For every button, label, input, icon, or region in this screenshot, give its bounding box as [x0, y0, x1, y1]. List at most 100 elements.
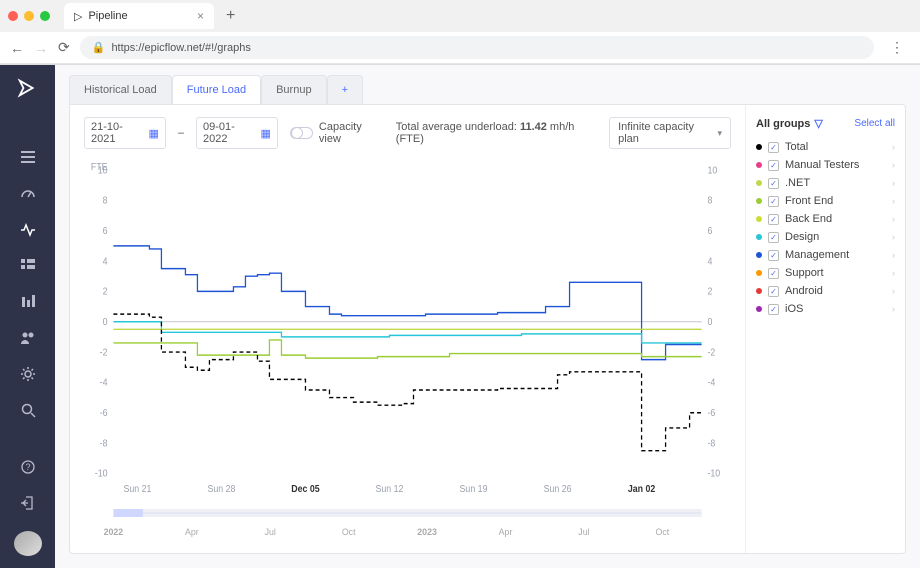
window-maximize-dot[interactable] [40, 11, 50, 21]
all-groups-header[interactable]: All groups ▽ [756, 117, 823, 130]
svg-text:6: 6 [707, 225, 712, 237]
chart-main[interactable]: -10-10-8-8-6-6-4-4-2-200224466881010FTES… [84, 159, 731, 501]
svg-text:2023: 2023 [417, 527, 437, 537]
svg-text:-2: -2 [707, 346, 715, 358]
browser-tab[interactable]: ▷ Pipeline × [64, 3, 214, 29]
svg-text:10: 10 [707, 164, 717, 176]
chevron-right-icon: › [892, 160, 895, 170]
select-all-link[interactable]: Select all [854, 118, 895, 129]
svg-text:Sun 28: Sun 28 [207, 483, 235, 495]
underload-stat: Total average underload: 11.42 mh/h (FTE… [396, 121, 597, 145]
checkbox[interactable]: ✓ [768, 232, 779, 243]
date-to-input[interactable]: 09-01-2022 ▦ [196, 117, 278, 149]
group-item[interactable]: ✓.NET› [756, 174, 895, 192]
group-item[interactable]: ✓Back End› [756, 210, 895, 228]
group-item[interactable]: ✓Total› [756, 138, 895, 156]
all-groups-label: All groups [756, 118, 810, 130]
group-label: Manual Testers [785, 159, 859, 171]
sidebar-icon-people[interactable] [19, 330, 37, 346]
sidebar-icon-grid[interactable] [19, 258, 37, 274]
filter-icon: ▽ [814, 117, 822, 130]
tab-close-icon[interactable]: × [197, 9, 204, 23]
svg-text:2: 2 [707, 285, 712, 297]
content-area: 21-10-2021 ▦ – 09-01-2022 ▦ Capacity vie… [69, 104, 906, 554]
new-tab-button[interactable]: + [226, 7, 235, 25]
app-logo-icon[interactable] [17, 77, 39, 102]
checkbox[interactable]: ✓ [768, 250, 779, 261]
group-item[interactable]: ✓Management› [756, 246, 895, 264]
svg-text:4: 4 [707, 255, 712, 267]
svg-text:-2: -2 [100, 346, 108, 358]
checkbox[interactable]: ✓ [768, 304, 779, 315]
tab-historical-load[interactable]: Historical Load [69, 75, 172, 104]
address-bar[interactable]: 🔒 https://epicflow.net/#!/graphs [80, 36, 874, 59]
svg-text:8: 8 [707, 194, 712, 206]
checkbox[interactable]: ✓ [768, 214, 779, 225]
color-swatch [756, 198, 762, 204]
browser-menu-icon[interactable]: ⋮ [884, 39, 910, 56]
svg-text:-4: -4 [100, 376, 108, 388]
color-swatch [756, 162, 762, 168]
sidebar-icon-gauge[interactable] [19, 185, 37, 201]
capacity-toggle-label: Capacity view [319, 121, 384, 145]
svg-text:-6: -6 [100, 407, 108, 419]
group-label: Front End [785, 195, 833, 207]
checkbox[interactable]: ✓ [768, 178, 779, 189]
nav-forward-icon[interactable]: → [34, 40, 48, 56]
svg-text:Oct: Oct [656, 527, 670, 537]
group-label: iOS [785, 303, 803, 315]
svg-text:?: ? [25, 462, 30, 472]
date-range-dash: – [178, 127, 184, 139]
sidebar-icon-list[interactable] [19, 149, 37, 165]
color-swatch [756, 252, 762, 258]
group-item[interactable]: ✓iOS› [756, 300, 895, 318]
sidebar: ? [0, 65, 55, 568]
chevron-right-icon: › [892, 232, 895, 242]
group-item[interactable]: ✓Support› [756, 264, 895, 282]
sidebar-icon-bars[interactable] [19, 294, 37, 310]
svg-text:-8: -8 [100, 437, 108, 449]
plan-dropdown[interactable]: Infinite capacity plan ▾ [609, 117, 731, 149]
tab-future-load[interactable]: Future Load [172, 75, 261, 104]
sidebar-icon-gear[interactable] [19, 366, 37, 382]
checkbox[interactable]: ✓ [768, 160, 779, 171]
checkbox[interactable]: ✓ [768, 196, 779, 207]
tab-add-button[interactable]: + [327, 75, 363, 104]
checkbox[interactable]: ✓ [768, 286, 779, 297]
tab-burnup[interactable]: Burnup [261, 75, 326, 104]
date-from-input[interactable]: 21-10-2021 ▦ [84, 117, 166, 149]
sidebar-icon-help[interactable]: ? [19, 459, 37, 475]
group-label: Back End [785, 213, 832, 225]
color-swatch [756, 288, 762, 294]
group-item[interactable]: ✓ Manual Testers › [756, 156, 895, 174]
svg-text:Jul: Jul [578, 527, 589, 537]
nav-back-icon[interactable]: ← [10, 40, 24, 56]
date-to-value: 09-01-2022 [203, 121, 256, 145]
url-text: https://epicflow.net/#!/graphs [111, 42, 250, 54]
toggle-switch-icon [290, 127, 313, 139]
chevron-down-icon: ▾ [717, 128, 722, 139]
window-minimize-dot[interactable] [24, 11, 34, 21]
checkbox[interactable]: ✓ [768, 268, 779, 279]
color-swatch [756, 180, 762, 186]
app-root: ? Historical Load Future Load Burnup + 2… [0, 65, 920, 568]
chevron-right-icon: › [892, 286, 895, 296]
capacity-toggle[interactable]: Capacity view [290, 121, 384, 145]
user-avatar[interactable] [14, 531, 42, 556]
sidebar-icon-logout[interactable] [19, 495, 37, 511]
sidebar-icon-pulse[interactable] [19, 222, 37, 238]
window-close-dot[interactable] [8, 11, 18, 21]
sidebar-icon-search[interactable] [19, 402, 37, 418]
chart-overview[interactable]: 2022AprJulOct2023AprJulOct [84, 501, 731, 541]
lock-icon: 🔒 [92, 41, 106, 54]
svg-text:-6: -6 [707, 407, 715, 419]
nav-reload-icon[interactable]: ⟳ [58, 39, 70, 56]
svg-text:Apr: Apr [185, 527, 199, 537]
checkbox[interactable]: ✓ [768, 142, 779, 153]
group-item[interactable]: ✓Front End› [756, 192, 895, 210]
group-item[interactable]: ✓ Design › [756, 228, 895, 246]
svg-text:2022: 2022 [104, 527, 124, 537]
group-label: Design [785, 231, 819, 243]
calendar-icon: ▦ [260, 127, 270, 140]
group-item[interactable]: ✓Android› [756, 282, 895, 300]
